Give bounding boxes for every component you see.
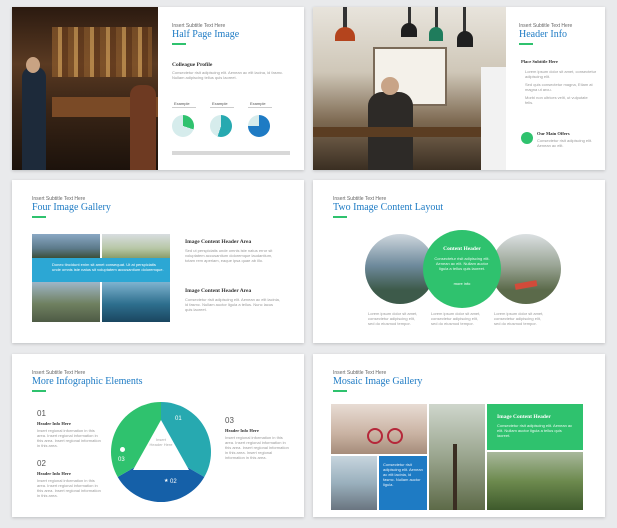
slide-mosaic-gallery[interactable]: Insert Subtitle Text Here Mosaic Image G… xyxy=(313,354,605,517)
text-box-content: Consectetur risit adipiscing elit. Aenea… xyxy=(383,462,423,487)
slide-four-image-gallery[interactable]: Insert Subtitle Text Here Four Image Gal… xyxy=(12,180,304,343)
content-text-2: Consectetur risit adipiscing elit. Aenea… xyxy=(185,297,280,312)
slide-title: Header Info xyxy=(519,29,568,40)
stat-label: Example xyxy=(212,101,228,106)
offer-text: Consectetur risit adipiscing elit. Aenea… xyxy=(537,138,593,148)
item-text: Insert regional information in this area… xyxy=(37,478,101,498)
item-text: Insert regional information in this area… xyxy=(37,428,101,448)
text-column: Lorem ipsum dolor sit amet, consectetur … xyxy=(431,311,481,326)
text-column: Lorem ipsum dolor sit amet, consectetur … xyxy=(368,311,418,326)
bullet-item: Sed quis consectetur magna, Etiam at mag… xyxy=(525,82,593,92)
slide-half-page-image[interactable]: Insert Subtitle Text Here Half Page Imag… xyxy=(12,7,304,170)
item-number: 02 xyxy=(37,459,46,468)
dot-icon xyxy=(120,447,125,452)
circle-title: Content Header xyxy=(443,246,481,252)
mosaic-image-forest xyxy=(487,452,583,510)
star-icon: ★ xyxy=(164,478,169,484)
cafe-photo xyxy=(12,7,158,170)
stat-label: Example xyxy=(250,101,266,106)
title-underline xyxy=(32,216,46,218)
slide-header-info[interactable]: Insert Subtitle Text Here Header Info Pl… xyxy=(313,7,605,170)
gallery-image-1 xyxy=(32,234,100,258)
stat-label: Example xyxy=(174,101,190,106)
title-underline xyxy=(333,216,347,218)
overlay-text: Donec tincidunt enim sit amet consequat.… xyxy=(52,262,164,272)
bullet-list: Lorem ipsum dolor sit amet, consectetur … xyxy=(525,69,597,105)
content-header-1: Image Content Header Area xyxy=(185,239,252,245)
mosaic-image-house xyxy=(331,456,377,510)
segment-label-02: 02 xyxy=(170,479,177,485)
slide-infographic-elements[interactable]: Insert Subtitle Text Here More Infograph… xyxy=(12,354,304,517)
title-underline xyxy=(32,390,46,392)
item-number: 03 xyxy=(225,416,234,425)
item-number: 01 xyxy=(37,409,46,418)
title-underline xyxy=(172,43,186,45)
content-header-2: Image Content Header Area xyxy=(185,288,252,294)
circle-text: Consectetur risit adipiscing elit. Aenea… xyxy=(434,256,490,271)
segment-label-01: 01 xyxy=(175,416,182,422)
center-text: Insert Header Here xyxy=(149,437,173,447)
slide-title: Half Page Image xyxy=(172,29,240,40)
content-text-1: Sed ut perspiciatis unde omnis iste natu… xyxy=(185,248,273,263)
gallery-image-3 xyxy=(32,282,100,322)
more-info-link[interactable]: more info xyxy=(433,281,491,286)
footer-bar xyxy=(172,151,290,155)
slide-title: Two Image Content Layout xyxy=(333,202,444,213)
offer-title: Our Main Offers xyxy=(537,131,570,136)
stat-ring xyxy=(172,115,194,137)
gallery-image-4 xyxy=(102,282,170,322)
slide-title: Mosaic Image Gallery xyxy=(333,376,423,387)
stat-divider xyxy=(248,107,272,108)
gallery-image-2 xyxy=(102,234,170,258)
item-header: Header Info Here xyxy=(37,421,71,426)
mosaic-image-tree xyxy=(429,404,485,510)
bullet-item: Lorem ipsum dolor sit amet, consectetur … xyxy=(525,69,597,79)
section-label: Place Subtitle Here xyxy=(521,59,558,64)
title-underline xyxy=(519,43,533,45)
stat-divider xyxy=(172,107,196,108)
content-header: Image Content Header xyxy=(497,414,551,420)
restaurant-photo xyxy=(313,7,506,170)
stat-ring xyxy=(248,115,270,137)
content-text: Consectetur risit adipiscing elit. Aenea… xyxy=(497,423,573,438)
slide-title: More Infographic Elements xyxy=(32,376,143,387)
mosaic-image-bicycle xyxy=(331,404,427,454)
bullet-item: Morbi non ultrices velit, ut vulputate f… xyxy=(525,95,588,105)
slide-title: Four Image Gallery xyxy=(32,202,111,213)
offer-icon xyxy=(521,132,533,144)
item-text: Insert regional information in this area… xyxy=(225,435,289,460)
stat-ring xyxy=(210,115,232,137)
item-header: Header Info Here xyxy=(37,471,71,476)
profile-text: Consectetur risit adipiscing elit. Aenea… xyxy=(172,70,284,80)
text-column: Lorem ipsum dolor sit amet, consectetur … xyxy=(494,311,544,326)
title-underline xyxy=(333,390,347,392)
segment-label-03: 03 xyxy=(118,457,125,463)
cycle-diagram xyxy=(111,402,211,502)
circle-image-right xyxy=(491,234,561,304)
profile-label: Colleague Profile xyxy=(172,62,213,68)
stat-divider xyxy=(210,107,234,108)
item-header: Header Info Here xyxy=(225,428,259,433)
slide-two-image-content[interactable]: Insert Subtitle Text Here Two Image Cont… xyxy=(313,180,605,343)
